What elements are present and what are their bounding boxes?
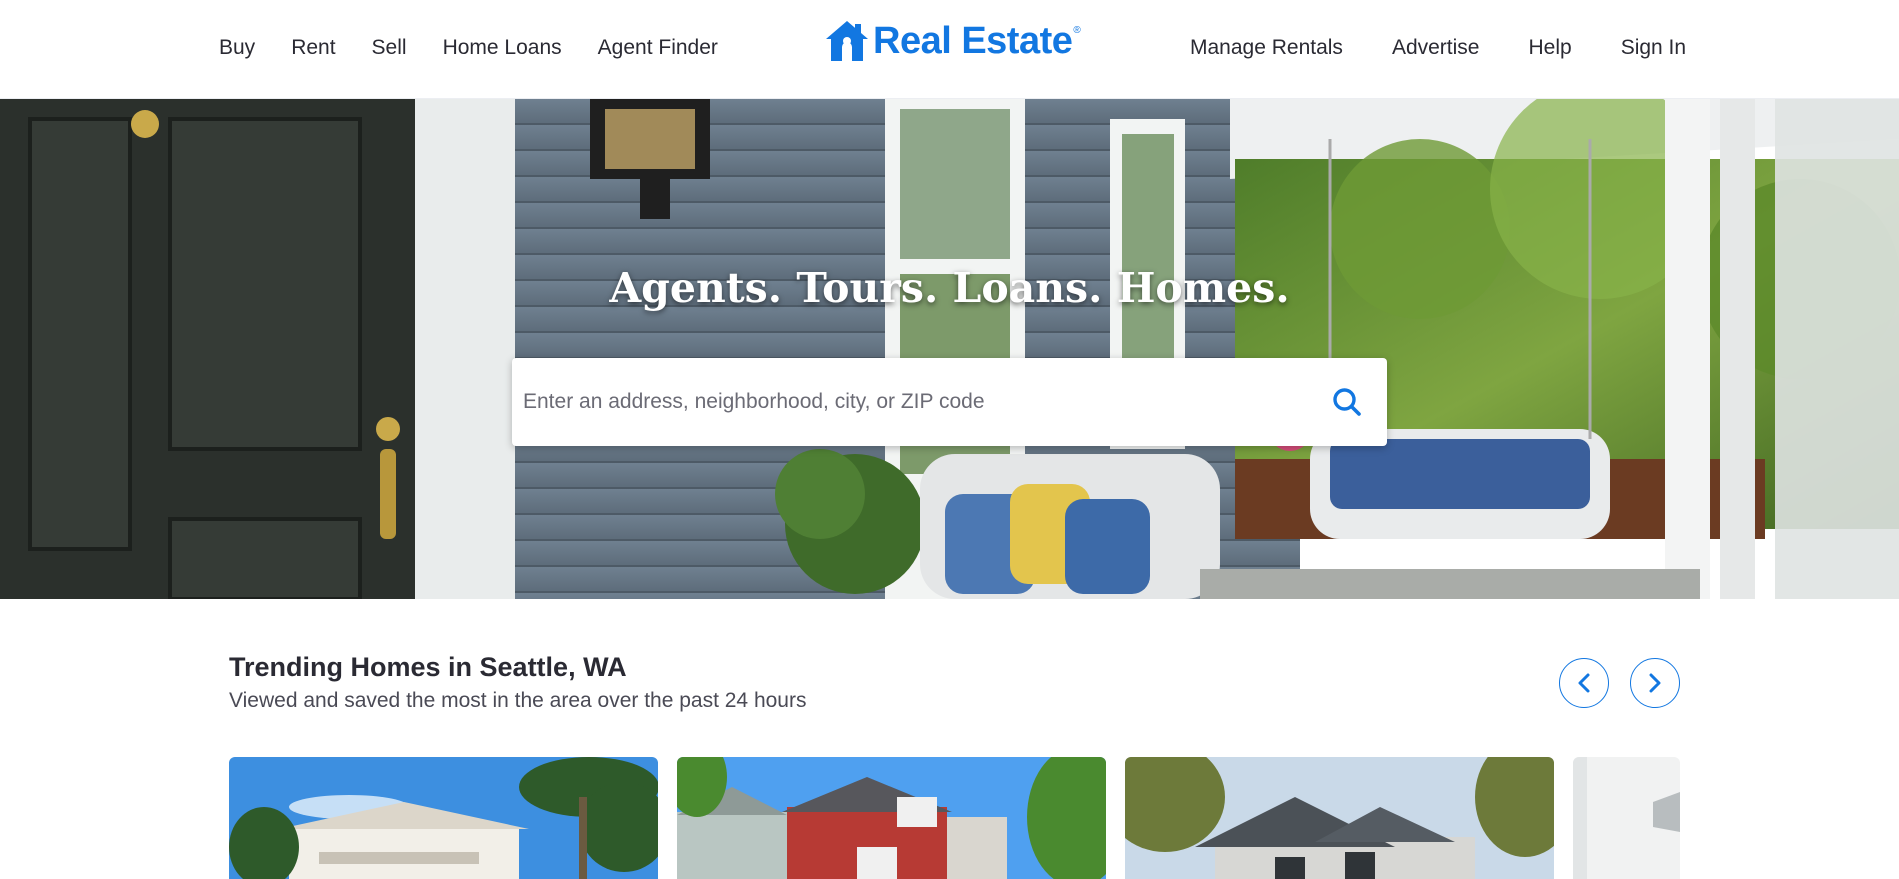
nav-agent-finder[interactable]: Agent Finder [598, 34, 718, 62]
nav-home-loans[interactable]: Home Loans [443, 34, 562, 62]
site-header: Buy Rent Sell Home Loans Agent Finder Re… [0, 0, 1899, 99]
home-photo [229, 757, 658, 879]
site-logo[interactable]: Real Estate ® [824, 19, 1081, 63]
carousel-next-button[interactable] [1630, 658, 1680, 708]
secondary-nav: Manage Rentals Advertise Help Sign In [1190, 34, 1686, 62]
home-card[interactable] [677, 757, 1106, 879]
search-button[interactable] [1307, 358, 1387, 446]
search-input[interactable] [512, 358, 1307, 446]
trending-homes-section: Trending Homes in Seattle, WA Viewed and… [0, 599, 1899, 879]
search-bar [512, 358, 1387, 446]
nav-sell[interactable]: Sell [372, 34, 407, 62]
home-card[interactable] [229, 757, 658, 879]
home-photo [677, 757, 1106, 879]
home-photo [1125, 757, 1554, 879]
hero-porch-image [0, 99, 1899, 599]
house-icon [826, 21, 868, 61]
home-card[interactable] [1125, 757, 1554, 879]
section-subtitle: Viewed and saved the most in the area ov… [229, 689, 807, 712]
search-icon [1333, 388, 1361, 416]
logo-text: Real Estate [873, 20, 1073, 62]
nav-help[interactable]: Help [1528, 34, 1571, 62]
primary-nav: Buy Rent Sell Home Loans Agent Finder [219, 34, 754, 62]
home-card[interactable] [1573, 757, 1680, 879]
hero-section: Agents. Tours. Loans. Homes. [0, 99, 1899, 599]
carousel-prev-button[interactable] [1559, 658, 1609, 708]
nav-buy[interactable]: Buy [219, 34, 255, 62]
section-title: Trending Homes in Seattle, WA [229, 652, 627, 682]
nav-rent[interactable]: Rent [291, 34, 335, 62]
chevron-right-icon [1649, 673, 1661, 693]
nav-sign-in[interactable]: Sign In [1621, 34, 1686, 62]
registered-mark: ® [1073, 25, 1081, 36]
nav-advertise[interactable]: Advertise [1392, 34, 1480, 62]
home-photo [1573, 757, 1680, 879]
hero-title: Agents. Tours. Loans. Homes. [609, 264, 1290, 312]
chevron-left-icon [1578, 673, 1590, 693]
nav-manage-rentals[interactable]: Manage Rentals [1190, 34, 1343, 62]
